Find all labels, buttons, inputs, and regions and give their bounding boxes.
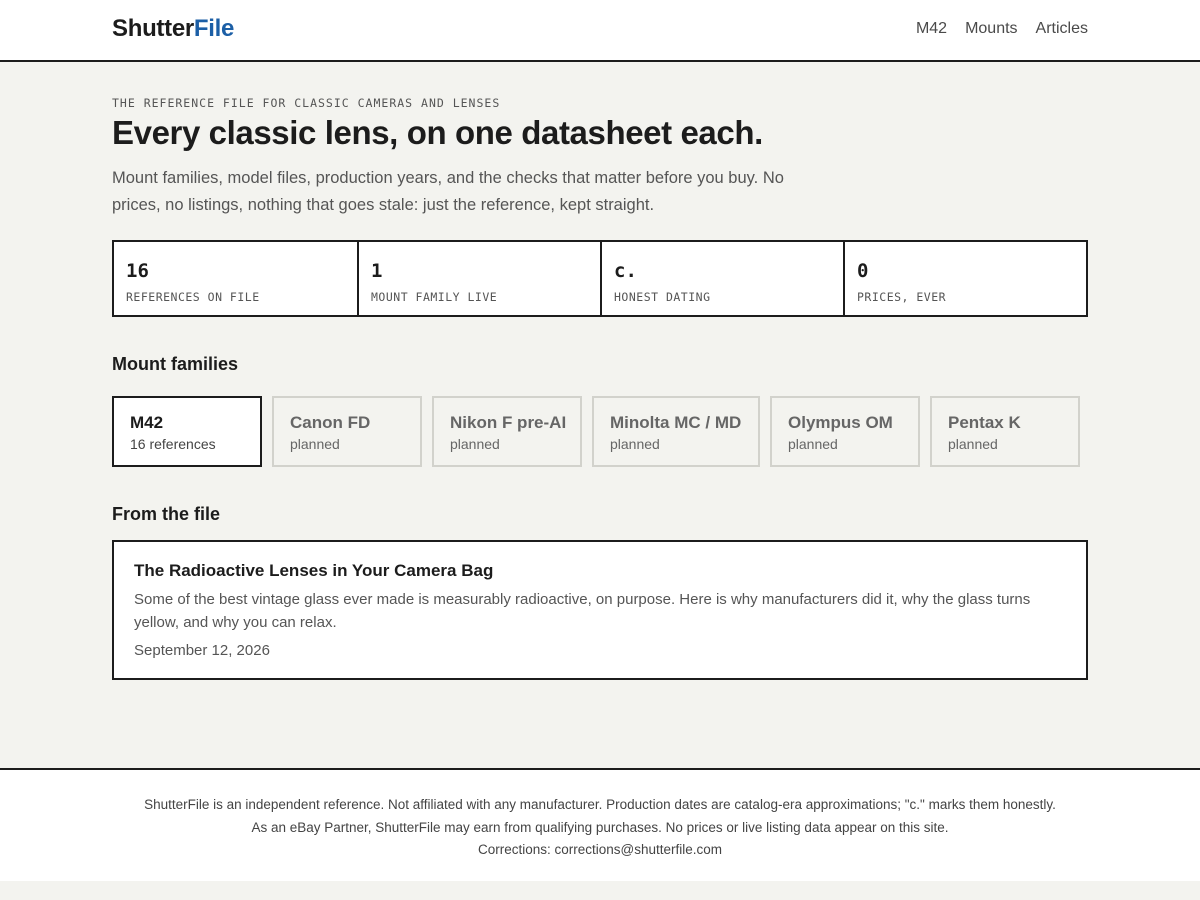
mount-meta: planned bbox=[290, 436, 340, 452]
stat-prices: 0 PRICES, EVER bbox=[845, 242, 1086, 315]
article-title[interactable]: The Radioactive Lenses in Your Camera Ba… bbox=[134, 560, 1066, 582]
mount-meta: 16 references bbox=[130, 436, 216, 452]
from-the-file-heading: From the file bbox=[112, 504, 221, 524]
mount-card-pentax-k[interactable]: Pentax K planned bbox=[930, 396, 1080, 467]
stat-honest-dating: c. HONEST DATING bbox=[602, 242, 845, 315]
nav-link-articles[interactable]: Articles bbox=[1036, 20, 1088, 38]
mount-meta: planned bbox=[948, 436, 998, 452]
hero-subtitle: Mount families, model files, production … bbox=[112, 169, 784, 214]
stat-mount-families: 1 MOUNT FAMILY LIVE bbox=[359, 242, 602, 315]
nav-link-m42[interactable]: M42 bbox=[916, 20, 947, 38]
stat-references: 16 REFERENCES ON FILE bbox=[114, 242, 359, 315]
mount-families-heading: Mount families bbox=[112, 354, 239, 374]
mount-name: M42 bbox=[130, 413, 164, 432]
stats-bar: 16 REFERENCES ON FILE 1 MOUNT FAMILY LIV… bbox=[112, 240, 1088, 317]
mount-name: Minolta MC / MD bbox=[610, 413, 742, 432]
stat-label: MOUNT FAMILY LIVE bbox=[371, 290, 498, 304]
article-excerpt: Some of the best vintage glass ever made… bbox=[134, 591, 1031, 631]
main-nav: M42 Mounts Articles bbox=[916, 20, 1088, 38]
mount-meta: planned bbox=[610, 436, 660, 452]
mount-name: Olympus OM bbox=[788, 413, 893, 432]
stat-label: PRICES, EVER bbox=[857, 290, 947, 304]
mount-families-list: M42 16 references Canon FD planned Nikon… bbox=[112, 396, 1080, 467]
article-card[interactable]: The Radioactive Lenses in Your Camera Ba… bbox=[112, 540, 1088, 680]
mount-name: Nikon F pre-AI bbox=[450, 413, 567, 432]
footer-disclaimer: ShutterFile is an independent reference.… bbox=[144, 797, 1056, 812]
mount-meta: planned bbox=[788, 436, 838, 452]
footer-corrections[interactable]: Corrections: corrections@shutterfile.com bbox=[0, 839, 1200, 862]
mount-card-nikon-f-pre-ai[interactable]: Nikon F pre-AI planned bbox=[432, 396, 582, 467]
mount-card-canon-fd[interactable]: Canon FD planned bbox=[272, 396, 422, 467]
mount-card-minolta-mc-md[interactable]: Minolta MC / MD planned bbox=[592, 396, 760, 467]
stat-value: 16 bbox=[126, 260, 149, 282]
mount-name: Pentax K bbox=[948, 413, 1021, 432]
article-date: September 12, 2026 bbox=[134, 642, 270, 659]
hero-eyebrow: THE REFERENCE FILE FOR CLASSIC CAMERAS A… bbox=[112, 96, 501, 110]
footer-affiliate-note: As an eBay Partner, ShutterFile may earn… bbox=[251, 819, 949, 835]
stat-value: 0 bbox=[857, 260, 869, 282]
logo-text-shutter: Shutter bbox=[112, 15, 194, 42]
stat-value: c. bbox=[614, 260, 637, 282]
logo-text-file: File bbox=[193, 15, 235, 42]
stat-value: 1 bbox=[371, 260, 383, 282]
nav-link-mounts[interactable]: Mounts bbox=[965, 20, 1017, 38]
stat-label: REFERENCES ON FILE bbox=[126, 290, 260, 304]
mount-card-m42[interactable]: M42 16 references bbox=[112, 396, 262, 467]
site-header: ShutterFile M42 Mounts Articles bbox=[0, 0, 1200, 62]
site-logo[interactable]: ShutterFile bbox=[112, 15, 234, 43]
mount-name: Canon FD bbox=[290, 413, 371, 432]
hero-title: Every classic lens, on one datasheet eac… bbox=[112, 114, 763, 151]
site-footer: ShutterFile is an independent reference.… bbox=[0, 768, 1200, 881]
mount-card-olympus-om[interactable]: Olympus OM planned bbox=[770, 396, 920, 467]
stat-label: HONEST DATING bbox=[614, 290, 711, 304]
mount-meta: planned bbox=[450, 436, 500, 452]
